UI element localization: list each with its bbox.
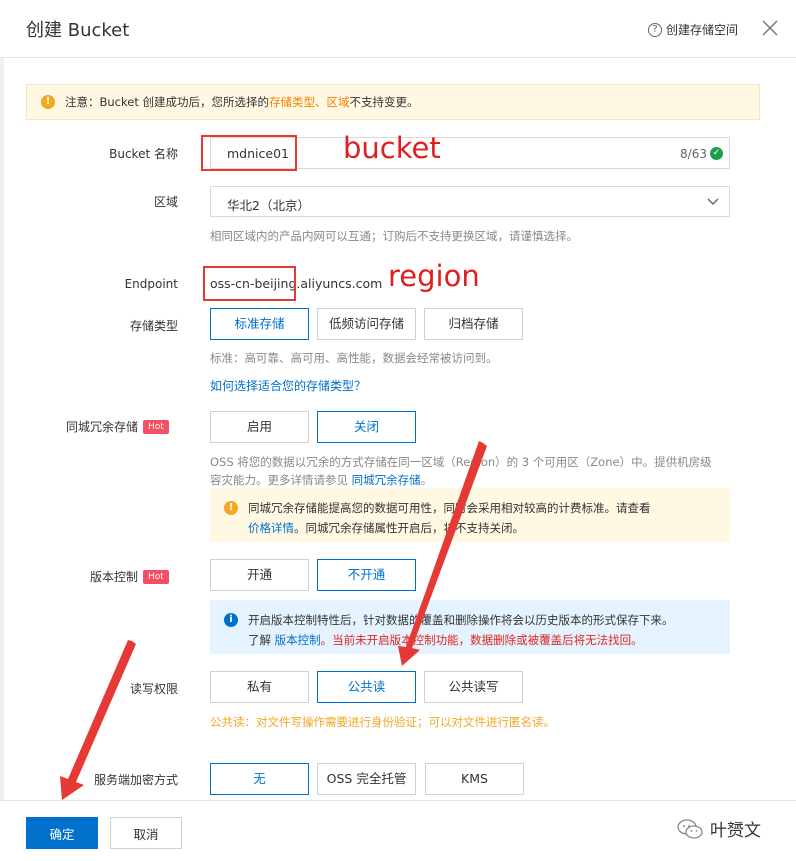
- endpoint-label: Endpoint: [124, 277, 178, 291]
- watermark-text: 叶赟文: [710, 821, 761, 841]
- dialog-title: 创建 Bucket: [26, 20, 130, 41]
- cancel-button[interactable]: 取消: [110, 817, 182, 849]
- redundancy-warning-line1: 同城冗余存储能提高您的数据可用性，同时会采用相对较高的计费标准。请查看: [248, 501, 651, 515]
- redundancy-help-prefix: 容灾能力。更多详情请参见: [210, 473, 352, 487]
- notice-prefix: 注意：Bucket 创建成功后，您所选择的: [65, 95, 269, 109]
- versioning-info-prefix: 了解: [248, 633, 275, 647]
- acl-label: 读写权限: [129, 682, 178, 696]
- bucket-name-counter: 8/63: [680, 147, 707, 161]
- confirm-button[interactable]: 确定: [26, 817, 98, 849]
- wechat-icon: [677, 818, 703, 839]
- encryption-kms[interactable]: KMS: [425, 763, 524, 795]
- notice-suffix: 不支持变更。: [349, 95, 419, 109]
- hot-badge: Hot: [143, 569, 169, 584]
- endpoint-highlight-box: [203, 266, 296, 301]
- redundancy-warning-box: ! 同城冗余存储能提高您的数据可用性，同时会采用相对较高的计费标准。请查看 价格…: [210, 488, 730, 542]
- region-label: 区域: [153, 195, 178, 209]
- redundancy-enable[interactable]: 启用: [210, 411, 309, 443]
- storage-type-label: 存储类型: [129, 319, 178, 333]
- acl-public-read[interactable]: 公共读: [317, 671, 416, 703]
- notice-banner: ! 注意：Bucket 创建成功后，您所选择的 存储类型 、 区域 不支持变更。: [26, 84, 760, 120]
- help-link-label: 创建存储空间: [666, 23, 739, 37]
- versioning-info-line2: 了解 版本控制。当前未开启版本控制功能，数据删除或被覆盖后将无法找回。: [248, 630, 716, 650]
- versioning-warning-text: 。当前未开启版本控制功能，数据删除或被覆盖后将无法找回。: [320, 633, 643, 647]
- region-value: 华北2（北京）: [227, 198, 310, 213]
- redundancy-help-line1: OSS 将您的数据以冗余的方式存储在同一区域（Region）的 3 个可用区（Z…: [210, 455, 712, 469]
- redundancy-disable[interactable]: 关闭: [317, 411, 416, 443]
- acl-private[interactable]: 私有: [210, 671, 309, 703]
- redundancy-help-suffix: 。: [420, 473, 433, 487]
- redundancy-doc-link[interactable]: 同城冗余存储: [352, 473, 421, 487]
- versioning-disable[interactable]: 不开通: [317, 559, 416, 591]
- bucket-annotation: bucket: [343, 131, 441, 165]
- question-icon: ?: [648, 22, 662, 37]
- encryption-none[interactable]: 无: [210, 763, 309, 795]
- versioning-label: 版本控制 Hot: [90, 568, 169, 585]
- encryption-label: 服务端加密方式: [93, 773, 178, 787]
- versioning-info-line1: 开启版本控制特性后，针对数据的覆盖和删除操作将会以历史版本的形式保存下来。: [248, 613, 674, 627]
- check-icon: ✓: [710, 147, 723, 160]
- warning-icon: !: [224, 501, 238, 515]
- redundancy-label-text: 同城冗余存储: [66, 420, 139, 434]
- redundancy-label: 同城冗余存储 Hot: [66, 418, 169, 435]
- help-link[interactable]: ? 创建存储空间: [648, 21, 738, 38]
- versioning-label-text: 版本控制: [90, 570, 139, 584]
- bucket-name-highlight-box: [201, 135, 297, 171]
- redundancy-warning-text: 。同城冗余存储属性开启后，将不支持关闭。: [294, 521, 524, 535]
- dialog-header: 创建 Bucket ? 创建存储空间: [0, 0, 796, 58]
- region-select[interactable]: 华北2（北京）: [210, 186, 730, 217]
- close-icon[interactable]: [760, 18, 780, 38]
- region-help: 相同区域内的产品内网可以互通；订购后不支持更换区域，请谨慎选择。: [210, 229, 578, 243]
- encryption-oss-managed[interactable]: OSS 完全托管: [317, 763, 416, 795]
- storage-type-guide-link[interactable]: 如何选择适合您的存储类型？: [210, 377, 366, 394]
- storage-type-ia[interactable]: 低频访问存储: [317, 308, 416, 340]
- notice-highlight-storage: 存储类型: [269, 95, 315, 109]
- redundancy-help: OSS 将您的数据以冗余的方式存储在同一区域（Region）的 3 个可用区（Z…: [210, 453, 740, 489]
- notice-highlight-region: 区域: [326, 95, 350, 109]
- warning-icon: !: [41, 95, 55, 109]
- bucket-name-label: Bucket 名称: [109, 147, 178, 161]
- versioning-info-box: i 开启版本控制特性后，针对数据的覆盖和删除操作将会以历史版本的形式保存下来。 …: [210, 600, 730, 654]
- hot-badge: Hot: [143, 419, 169, 434]
- acl-public-read-write[interactable]: 公共读写: [424, 671, 523, 703]
- redundancy-help-line2: 容灾能力。更多详情请参见 同城冗余存储。: [210, 471, 740, 489]
- region-annotation: region: [388, 259, 480, 293]
- versioning-enable[interactable]: 开通: [210, 559, 309, 591]
- acl-warning: 公共读：对文件写操作需要进行身份验证；可以对文件进行匿名读。: [210, 715, 555, 729]
- storage-type-help: 标准：高可靠、高可用、高性能，数据会经常被访问到。: [210, 351, 498, 365]
- versioning-doc-link[interactable]: 版本控制: [275, 633, 321, 647]
- storage-type-standard[interactable]: 标准存储: [210, 308, 309, 340]
- watermark: 叶赟文: [676, 816, 761, 841]
- pricing-link[interactable]: 价格详情: [248, 521, 294, 535]
- chevron-down-icon: [707, 198, 719, 205]
- notice-sep: 、: [315, 95, 327, 109]
- info-icon: i: [224, 613, 238, 627]
- storage-type-archive[interactable]: 归档存储: [424, 308, 523, 340]
- redundancy-warning-line2: 价格详情。同城冗余存储属性开启后，将不支持关闭。: [248, 518, 716, 538]
